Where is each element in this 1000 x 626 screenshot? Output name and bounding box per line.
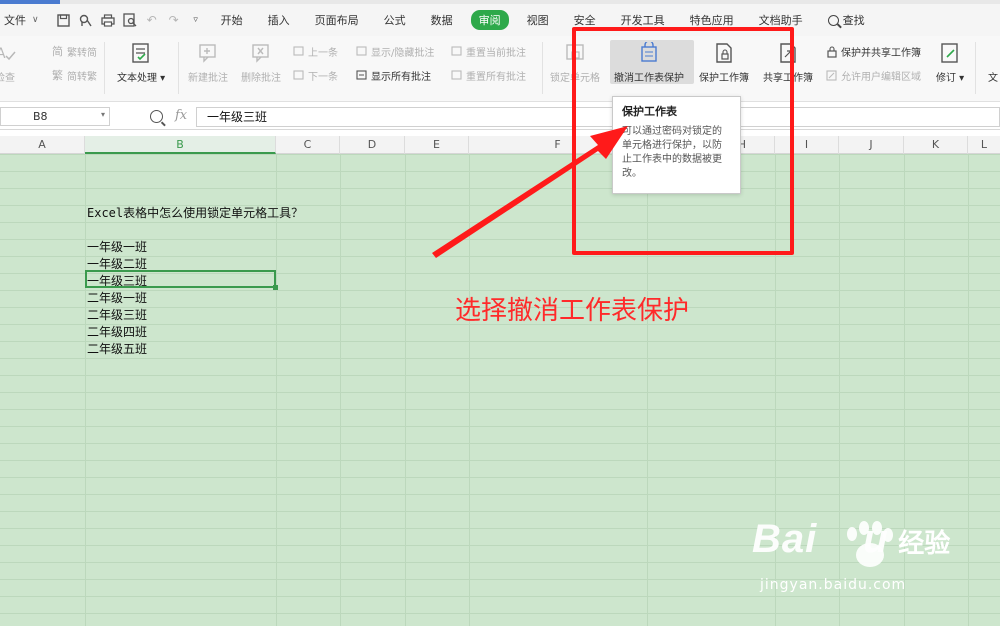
watermark-brand: Bai u (752, 517, 889, 561)
watermark-url: jingyan.baidu.com (760, 577, 907, 593)
watermark-cn: 经验 (898, 529, 951, 559)
baidu-jingyan-watermark: Bai u 经验 jingyan.baidu.com (752, 517, 951, 593)
annotation-text: 选择撤消工作表保护 (455, 296, 690, 326)
